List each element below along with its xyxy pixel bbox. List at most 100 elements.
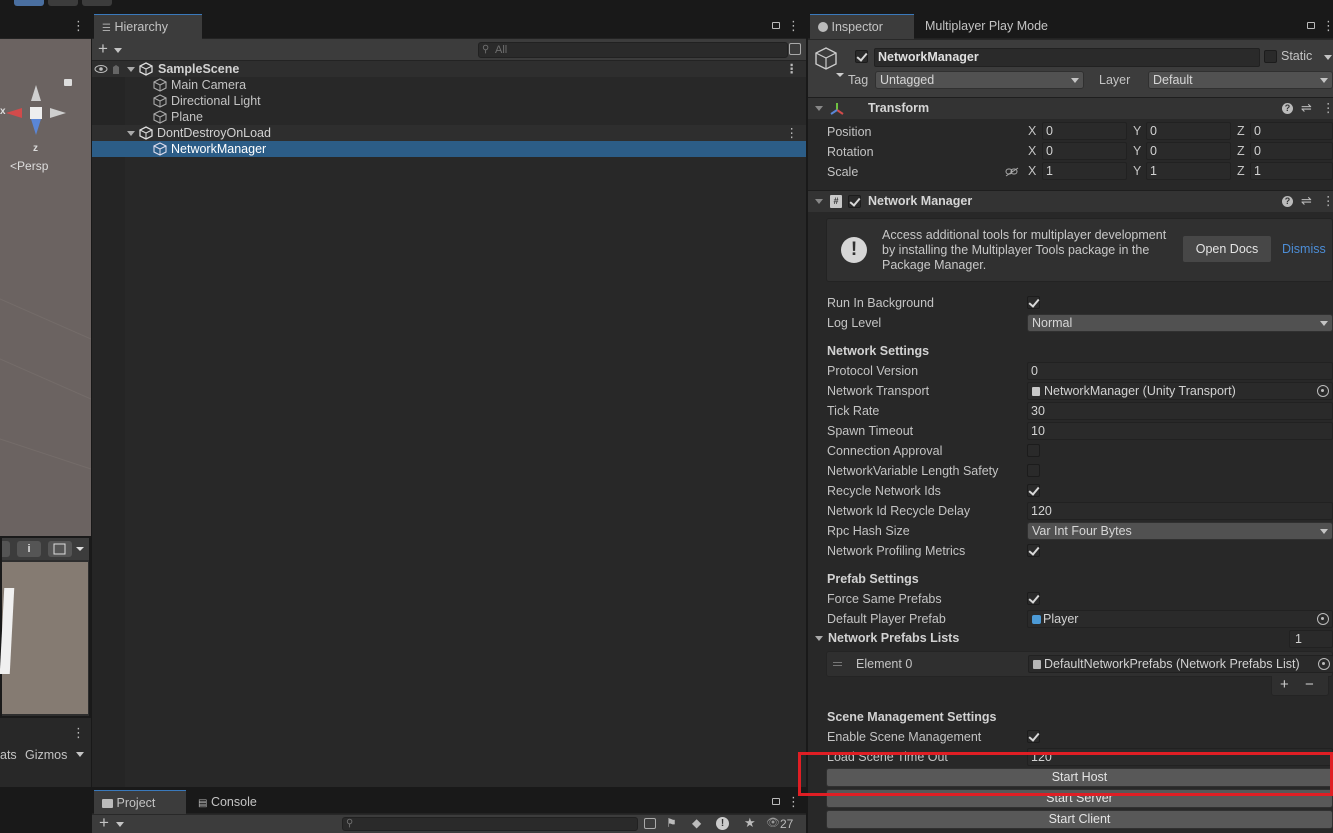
position-x-label[interactable]: X: [1028, 122, 1036, 140]
network-transport-field[interactable]: NetworkManager (Unity Transport): [1027, 382, 1333, 400]
component-enabled-checkbox[interactable]: [848, 195, 861, 208]
create-dropdown-icon[interactable]: [116, 822, 124, 827]
warning-icon[interactable]: !: [716, 817, 729, 830]
static-checkbox[interactable]: [1264, 50, 1277, 63]
transform-header[interactable]: Transform ? ⇌ ⋮: [808, 97, 1333, 119]
eye-icon[interactable]: [94, 62, 108, 76]
log-level-dropdown[interactable]: Normal: [1027, 314, 1333, 332]
list-remove-button[interactable]: −: [1305, 676, 1314, 693]
prefabs-lists-foldout[interactable]: Network Prefabs Lists: [808, 630, 1333, 648]
project-search-input[interactable]: ⚲: [342, 817, 638, 831]
scene-menu-icon[interactable]: ⋮: [786, 125, 799, 141]
expand-arrow-icon[interactable]: [126, 126, 136, 140]
id-recycle-delay-input[interactable]: 120: [1027, 502, 1333, 520]
connection-approval-checkbox[interactable]: [1027, 444, 1040, 457]
rotation-x-label[interactable]: X: [1028, 142, 1036, 160]
list-add-button[interactable]: +: [1280, 676, 1289, 693]
foldout-arrow-icon[interactable]: [814, 104, 824, 114]
rpc-hash-size-dropdown[interactable]: Var Int Four Bytes: [1027, 522, 1333, 540]
tab-multiplayer-play-mode[interactable]: Multiplayer Play Mode: [917, 14, 1056, 39]
prefabs-lists-size-input[interactable]: 1: [1289, 630, 1333, 648]
gizmos-dropdown-icon[interactable]: [76, 752, 84, 757]
hand-icon[interactable]: [110, 62, 122, 76]
hierarchy-item-plane[interactable]: Plane: [92, 109, 806, 125]
force-same-prefabs-checkbox[interactable]: [1027, 592, 1040, 605]
network-manager-header[interactable]: # Network Manager ? ⇌ ⋮: [808, 190, 1333, 212]
scale-z-input[interactable]: 1: [1250, 162, 1333, 180]
lock-icon[interactable]: [64, 79, 72, 86]
link-scale-icon[interactable]: [1005, 167, 1019, 177]
rotation-z-input[interactable]: 0: [1250, 142, 1333, 160]
layer-dropdown[interactable]: Default: [1148, 71, 1333, 89]
hierarchy-item-directional-light[interactable]: Directional Light: [92, 93, 806, 109]
filter-label-icon[interactable]: ⚑: [666, 816, 677, 830]
tool-button-active[interactable]: [14, 0, 44, 6]
hierarchy-menu-icon[interactable]: ⋮: [787, 18, 800, 34]
recycle-ids-checkbox[interactable]: [1027, 484, 1040, 497]
lock-icon[interactable]: [772, 798, 780, 805]
gizmos-button[interactable]: Gizmos: [25, 748, 67, 762]
help-icon[interactable]: ?: [1282, 103, 1293, 114]
hidden-packages-icon[interactable]: 👁: [766, 816, 780, 829]
lock-icon[interactable]: [772, 22, 780, 29]
scale-x-label[interactable]: X: [1028, 162, 1036, 180]
stats-button[interactable]: ats: [0, 748, 17, 762]
element-0-field[interactable]: DefaultNetworkPrefabs (Network Prefabs L…: [1028, 655, 1333, 673]
hierarchy-search-input[interactable]: ⚲ All: [478, 42, 788, 58]
lock-icon[interactable]: [1307, 22, 1315, 29]
scale-z-label[interactable]: Z: [1237, 162, 1245, 180]
filter-type-icon[interactable]: [644, 818, 656, 829]
info-icon[interactable]: i: [17, 541, 41, 557]
position-z-input[interactable]: 0: [1250, 122, 1333, 140]
start-client-button[interactable]: Start Client: [826, 810, 1333, 829]
active-checkbox[interactable]: [855, 50, 868, 63]
hierarchy-scene-sample[interactable]: SampleScene ⋮: [92, 61, 806, 77]
tab-console[interactable]: ▤ Console: [190, 790, 265, 814]
hierarchy-item-main-camera[interactable]: Main Camera: [92, 77, 806, 93]
expand-arrow-icon[interactable]: [126, 62, 136, 76]
drag-handle-icon[interactable]: [833, 662, 842, 666]
object-name-input[interactable]: NetworkManager: [874, 48, 1260, 67]
object-picker-icon[interactable]: [1318, 658, 1330, 670]
overlay-menu-icon[interactable]: ⋮: [72, 725, 85, 741]
scene-menu-icon[interactable]: ⋮: [72, 18, 85, 34]
rotation-y-input[interactable]: 0: [1146, 142, 1231, 160]
tag-icon[interactable]: ◆: [692, 816, 701, 830]
object-picker-icon[interactable]: [1317, 613, 1329, 625]
hierarchy-scene-dontdestroy[interactable]: DontDestroyOnLoad ⋮: [92, 125, 806, 141]
rotation-x-input[interactable]: 0: [1042, 142, 1127, 160]
preview-button[interactable]: [2, 541, 10, 557]
tab-hierarchy[interactable]: ☰ Hierarchy: [94, 14, 202, 39]
create-button[interactable]: +: [99, 813, 109, 833]
scale-x-input[interactable]: 1: [1042, 162, 1127, 180]
protocol-version-input[interactable]: 0: [1027, 362, 1333, 380]
scale-y-label[interactable]: Y: [1133, 162, 1141, 180]
scene-viewport[interactable]: x z <Persp: [0, 39, 91, 537]
inspector-menu-icon[interactable]: ⋮: [1322, 18, 1333, 34]
tab-project[interactable]: Project: [94, 790, 186, 814]
position-z-label[interactable]: Z: [1237, 122, 1245, 140]
persp-label[interactable]: <Persp: [10, 159, 48, 173]
orientation-gizmo-icon[interactable]: [0, 83, 80, 163]
tab-inspector[interactable]: Inspector: [810, 14, 914, 39]
dismiss-link[interactable]: Dismiss: [1282, 242, 1326, 256]
spawn-timeout-input[interactable]: 10: [1027, 422, 1333, 440]
rotation-y-label[interactable]: Y: [1133, 142, 1141, 160]
hierarchy-item-networkmanager[interactable]: NetworkManager: [92, 141, 806, 157]
nv-length-safety-checkbox[interactable]: [1027, 464, 1040, 477]
add-dropdown-icon[interactable]: [114, 48, 122, 53]
position-x-input[interactable]: 0: [1042, 122, 1127, 140]
scale-y-input[interactable]: 1: [1146, 162, 1231, 180]
scene-menu-icon[interactable]: ⋮: [786, 61, 799, 77]
frame-icon[interactable]: [48, 541, 72, 557]
tag-dropdown[interactable]: Untagged: [875, 71, 1084, 89]
open-docs-button[interactable]: Open Docs: [1182, 235, 1272, 263]
frame-dropdown-icon[interactable]: [73, 541, 87, 557]
foldout-arrow-icon[interactable]: [814, 197, 824, 207]
add-button[interactable]: +: [98, 39, 108, 59]
foldout-arrow-icon[interactable]: [814, 634, 824, 644]
tool-button[interactable]: [48, 0, 78, 6]
favorite-star-icon[interactable]: ★: [744, 815, 756, 831]
object-picker-icon[interactable]: [1317, 385, 1329, 397]
run-in-background-checkbox[interactable]: [1027, 296, 1040, 309]
